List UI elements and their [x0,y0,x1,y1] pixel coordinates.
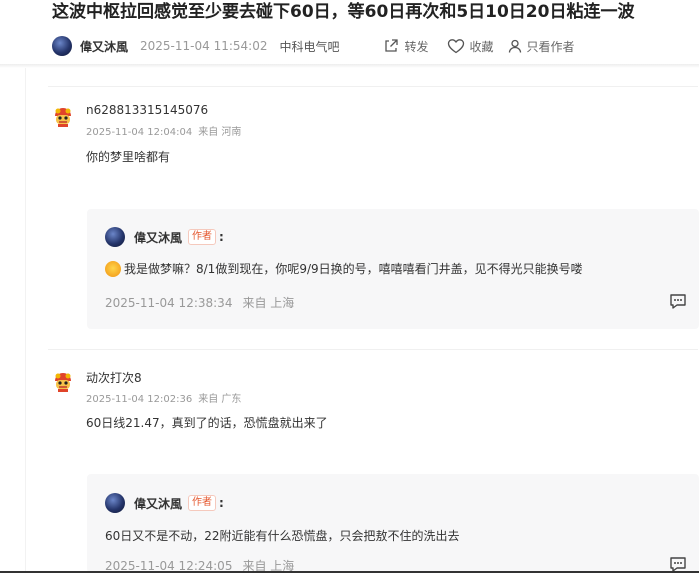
person-icon [508,39,521,53]
author-name[interactable]: 偉又沐風 [80,38,128,55]
comment-text: 你的梦里啥都有 [86,150,171,164]
favorite-label: 收藏 [469,39,494,54]
only-author-button[interactable]: 只看作者 [508,38,575,55]
reply-header: 偉又沐風 作者 : [105,493,224,513]
reply-author-name[interactable]: 偉又沐風 [134,495,182,512]
reply-text-row: 60日又不是不动，22附近能有什么恐慌盘，只会把敖不住的洗出去 [105,527,460,544]
reply-author-avatar[interactable] [105,227,125,247]
comment-icon[interactable] [669,293,687,309]
reply-text-row: 我是做梦嘛？8/1做到现在，你呢9/9日换的号，嘻嘻嘻看门井盖，见不得光只能换号… [105,260,583,277]
bar-link[interactable]: 中科电气吧 [279,38,339,55]
author-badge: 作者 [188,229,217,245]
only-author-label: 只看作者 [526,39,575,54]
comment-meta: 2025-11-04 12:04:04 来自 河南 [86,123,241,138]
reply-author-avatar[interactable] [105,493,125,513]
share-label: 转发 [404,39,429,54]
comment-meta: 2025-11-04 12:02:36 来自 广东 [86,390,241,405]
comment-time: 2025-11-04 12:02:36 [86,394,193,405]
reply-meta: 2025-11-04 12:38:34 来自 上海 [105,294,294,311]
comment-username[interactable]: n628813315145076 [86,103,208,117]
reply-text: 我是做梦嘛？8/1做到现在，你呢9/9日换的号，嘻嘻嘻看门井盖，见不得光只能换号… [124,262,583,276]
share-icon [385,39,399,52]
separator [48,349,698,350]
comment-username[interactable]: 动次打次8 [86,369,142,386]
comment-location: 来自 广东 [198,394,242,405]
comment-location: 来自 河南 [198,127,242,138]
reply-text: 60日又不是不动，22附近能有什么恐慌盘，只会把敖不住的洗出去 [105,529,460,543]
share-button[interactable]: 转发 [383,38,429,55]
reply-location: 来自 上海 [242,296,295,310]
reply-colon: : [219,230,224,244]
post-title: 这波中枢拉回感觉至少要去碰下60日，等60日再次和5日10日20日粘连一波 [52,2,635,22]
reply-header: 偉又沐風 作者 : [105,227,224,247]
reply-colon: : [219,496,224,510]
heart-icon [447,39,464,54]
favorite-button[interactable]: 收藏 [447,38,494,55]
comment-text: 60日线21.47，真到了的话，恐慌盘就出来了 [86,416,328,430]
author-avatar[interactable] [52,36,72,56]
separator [48,86,698,87]
author-badge: 作者 [188,495,217,511]
post-meta-bar: 偉又沐風 2025-11-04 11:54:02 中科电气吧 转发 收藏 只看作… [52,34,692,58]
post-time: 2025-11-04 11:54:02 [140,39,268,53]
reply-author-name[interactable]: 偉又沐風 [134,229,182,246]
lion-dance-avatar[interactable] [52,371,74,393]
reply-time: 2025-11-04 12:38:34 [105,296,233,310]
lion-dance-avatar[interactable] [52,106,74,128]
laughing-emoji [105,260,121,277]
comment-icon[interactable] [669,556,687,572]
comment-time: 2025-11-04 12:04:04 [86,127,193,138]
